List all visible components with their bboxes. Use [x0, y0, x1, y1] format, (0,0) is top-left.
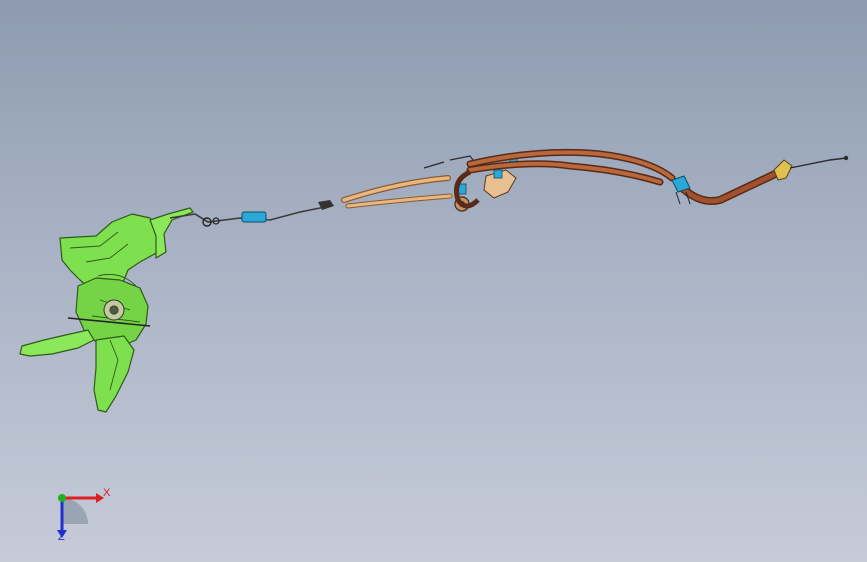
- pivot-bolt-icon: [109, 305, 119, 315]
- cable-end-wire[interactable]: [789, 157, 847, 169]
- front-cable[interactable]: [169, 200, 334, 227]
- z-axis-label: Z: [58, 531, 65, 543]
- rear-cable-right-fill: [677, 171, 778, 204]
- blue-clip-2[interactable]: [493, 169, 503, 179]
- parking-brake-lever-assembly[interactable]: [19, 207, 194, 413]
- model-view[interactable]: [0, 0, 867, 562]
- x-axis-label: X: [103, 487, 111, 499]
- cable-connector[interactable]: [241, 211, 267, 223]
- light-sheath-lower-fill: [346, 194, 452, 208]
- cad-graphics-viewport[interactable]: X Z: [0, 0, 867, 562]
- cable-end-fitting[interactable]: [773, 159, 793, 181]
- cable-end-nipple[interactable]: [843, 155, 849, 161]
- coordinate-triad[interactable]: X Z: [40, 480, 120, 550]
- lever-foot-extension[interactable]: [19, 329, 95, 357]
- triad-shadow: [62, 498, 88, 524]
- y-axis-dot-icon: [58, 494, 66, 502]
